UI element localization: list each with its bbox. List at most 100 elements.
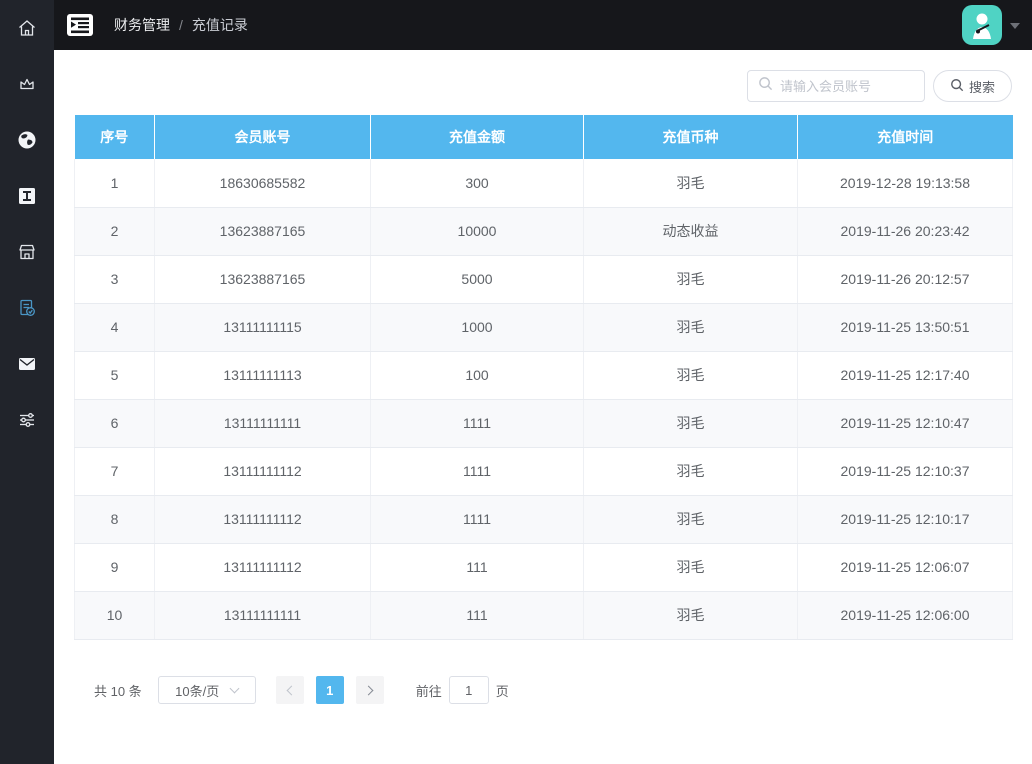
table-row: 8 13111111112 1111 羽毛 2019-11-25 12:10:17: [74, 495, 1013, 544]
table-header-row: 序号 会员账号 充值金额 充值币种 充值时间: [74, 115, 1013, 159]
table-cell: 6: [74, 399, 155, 448]
next-page-button[interactable]: [355, 676, 384, 704]
table-cell: 2019-12-28 19:13:58: [797, 159, 1013, 208]
table-cell: 羽毛: [583, 255, 798, 304]
page-size-value: 10条/页: [175, 683, 220, 699]
chevron-right-icon: [363, 685, 374, 695]
table-row: 9 13111111112 111 羽毛 2019-11-25 12:06:07: [74, 543, 1013, 592]
table-row: 5 13111111113 100 羽毛 2019-11-25 12:17:40: [74, 351, 1013, 400]
table-cell: 13623887165: [154, 207, 371, 256]
search-row: 搜索: [746, 70, 1012, 102]
table-cell: 羽毛: [583, 399, 798, 448]
search-button-icon: [950, 78, 964, 95]
table-cell: 1111: [370, 495, 584, 544]
table-cell: 羽毛: [583, 303, 798, 352]
search-icon: [758, 76, 773, 96]
table-cell: 13111111112: [154, 447, 371, 496]
table-cell: 111: [370, 591, 584, 640]
table-cell: 111: [370, 543, 584, 592]
table-cell: 13111111112: [154, 495, 371, 544]
sidebar-item-home[interactable]: [0, 0, 54, 56]
document-check-icon: [16, 297, 38, 319]
breadcrumb-separator: /: [179, 17, 183, 33]
page-size-select[interactable]: 10条/页: [157, 676, 256, 704]
search-box: [746, 70, 956, 102]
recharge-table: 序号 会员账号 充值金额 充值币种 充值时间 1 18630685582 300 羽毛 2019…: [74, 115, 1013, 640]
globe-icon: [16, 129, 38, 151]
table-cell: 3: [74, 255, 155, 304]
table-cell: 13623887165: [154, 255, 371, 304]
shop-icon: [16, 241, 38, 263]
goto-page-input[interactable]: [448, 676, 489, 704]
prev-page-button[interactable]: [275, 676, 304, 704]
table-row: 2 13623887165 10000 动态收益 2019-11-26 20:23:42: [74, 207, 1013, 256]
sidebar-item-info[interactable]: [0, 168, 54, 224]
column-header: 充值时间: [797, 115, 1013, 159]
table-cell: 18630685582: [154, 159, 371, 208]
table-cell: 羽毛: [583, 447, 798, 496]
sliders-icon: [16, 409, 38, 431]
table-cell: 9: [74, 543, 155, 592]
table-cell: 动态收益: [583, 207, 798, 256]
table-body: 1 18630685582 300 羽毛 2019-12-28 19:13:58 2 136…: [74, 159, 1013, 640]
table-row: 1 18630685582 300 羽毛 2019-12-28 19:13:58: [74, 159, 1013, 208]
sidebar-item-globe[interactable]: [0, 112, 54, 168]
table-cell: 13111111112: [154, 543, 371, 592]
avatar[interactable]: [962, 5, 1002, 45]
table-row: 10 13111111111 111 羽毛 2019-11-25 12:06:00: [74, 591, 1013, 640]
table-cell: 羽毛: [583, 159, 798, 208]
table-cell: 13111111111: [154, 399, 371, 448]
mail-icon: [16, 353, 38, 375]
chevron-down-icon: [229, 683, 240, 693]
search-button[interactable]: 搜索: [932, 70, 1012, 102]
table-row: 3 13623887165 5000 羽毛 2019-11-26 20:12:57: [74, 255, 1013, 304]
table-cell: 2019-11-25 12:06:00: [797, 591, 1013, 640]
table-cell: 1000: [370, 303, 584, 352]
table-cell: 10000: [370, 207, 584, 256]
sidebar-item-shop[interactable]: [0, 224, 54, 280]
table-cell: 13111111111: [154, 591, 371, 640]
table-cell: 羽毛: [583, 543, 798, 592]
table-cell: 13111111115: [154, 303, 371, 352]
goto-suffix-label: 页: [495, 683, 509, 699]
search-input[interactable]: [779, 78, 956, 94]
breadcrumb-item-recharge: 充值记录: [191, 17, 248, 33]
table-cell: 1111: [370, 399, 584, 448]
sidebar-item-mail[interactable]: [0, 336, 54, 392]
table-cell: 10: [74, 591, 155, 640]
pagination: 共 10 条 10条/页 1 前往 页: [94, 676, 509, 704]
sidebar: [0, 0, 54, 764]
table-row: 6 13111111111 1111 羽毛 2019-11-25 12:10:47: [74, 399, 1013, 448]
search-button-label: 搜索: [968, 79, 995, 95]
sidebar-item-finance-active[interactable]: [0, 280, 54, 336]
caret-down-icon[interactable]: [1010, 23, 1020, 29]
table-cell: 2019-11-25 12:10:37: [797, 447, 1013, 496]
goto-label: 前往: [415, 683, 442, 699]
table-cell: 100: [370, 351, 584, 400]
sidebar-item-crown[interactable]: [0, 56, 54, 112]
table-cell: 4: [74, 303, 155, 352]
chevron-left-icon: [286, 685, 297, 695]
collapse-menu-icon[interactable]: [66, 13, 94, 37]
letter-i-icon: [16, 185, 38, 207]
table-cell: 1111: [370, 447, 584, 496]
table-cell: 5000: [370, 255, 584, 304]
table-cell: 羽毛: [583, 351, 798, 400]
table-cell: 2019-11-26 20:12:57: [797, 255, 1013, 304]
page-number-1[interactable]: 1: [315, 676, 344, 704]
table-cell: 2019-11-25 12:10:17: [797, 495, 1013, 544]
breadcrumb-item-finance[interactable]: 财务管理: [114, 15, 170, 35]
topbar: 财务管理 / 充值记录: [54, 0, 1032, 50]
table-cell: 5: [74, 351, 155, 400]
table-cell: 13111111113: [154, 351, 371, 400]
column-header: 会员账号: [154, 115, 371, 159]
table-cell: 2019-11-25 12:17:40: [797, 351, 1013, 400]
table-cell: 7: [74, 447, 155, 496]
table-cell: 1: [74, 159, 155, 208]
total-count-label: 共 10 条: [94, 683, 142, 699]
sidebar-item-settings[interactable]: [0, 392, 54, 448]
home-icon: [16, 17, 38, 39]
column-header: 序号: [74, 115, 155, 159]
column-header: 充值币种: [583, 115, 798, 159]
table-cell: 羽毛: [583, 591, 798, 640]
